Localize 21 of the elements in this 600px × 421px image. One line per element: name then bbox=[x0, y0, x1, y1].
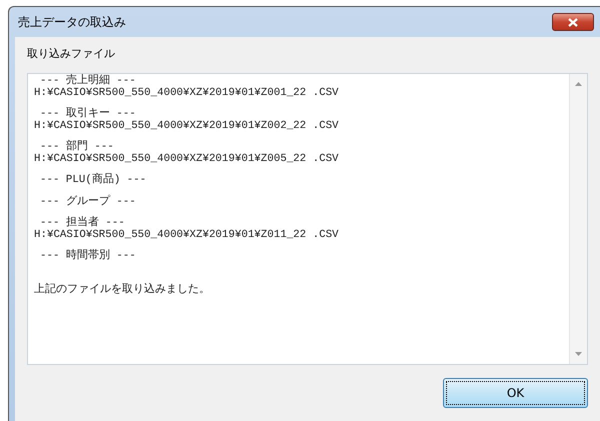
section-header: --- 担当者 --- bbox=[39, 218, 125, 230]
section-header: --- グループ --- bbox=[39, 196, 136, 208]
status-message: 上記のファイルを取り込みました。 bbox=[34, 282, 210, 294]
section-header: --- PLU(商品) --- bbox=[39, 175, 146, 186]
scroll-up-icon[interactable] bbox=[575, 82, 582, 86]
files-label: 取り込みファイル bbox=[27, 46, 116, 61]
file-path: H:¥CASIO¥SR500_550_4000¥XZ¥2019¥01¥Z001_22 .CSV bbox=[34, 88, 339, 99]
close-icon bbox=[568, 18, 578, 26]
ok-button[interactable]: OK bbox=[443, 378, 588, 408]
section-header: --- 時間帯別 --- bbox=[39, 251, 136, 262]
section-header: --- 部門 --- bbox=[39, 142, 114, 154]
file-path: H:¥CASIO¥SR500_550_4000¥XZ¥2019¥01¥Z011_22 .CSV bbox=[34, 230, 339, 241]
window-title: 売上データの取込み bbox=[18, 14, 126, 30]
section-header: --- 取引キー --- bbox=[39, 109, 136, 120]
section-header: --- 売上明細 --- bbox=[39, 76, 136, 88]
file-path: H:¥CASIO¥SR500_550_4000¥XZ¥2019¥01¥Z002_22 .CSV bbox=[34, 120, 339, 132]
scroll-down-icon[interactable] bbox=[575, 352, 582, 356]
file-path: H:¥CASIO¥SR500_550_4000¥XZ¥2019¥01¥Z005_22 .CSV bbox=[34, 154, 339, 165]
result-text-area[interactable] bbox=[27, 73, 588, 365]
scrollbar[interactable] bbox=[569, 74, 587, 364]
close-button[interactable] bbox=[552, 13, 594, 31]
